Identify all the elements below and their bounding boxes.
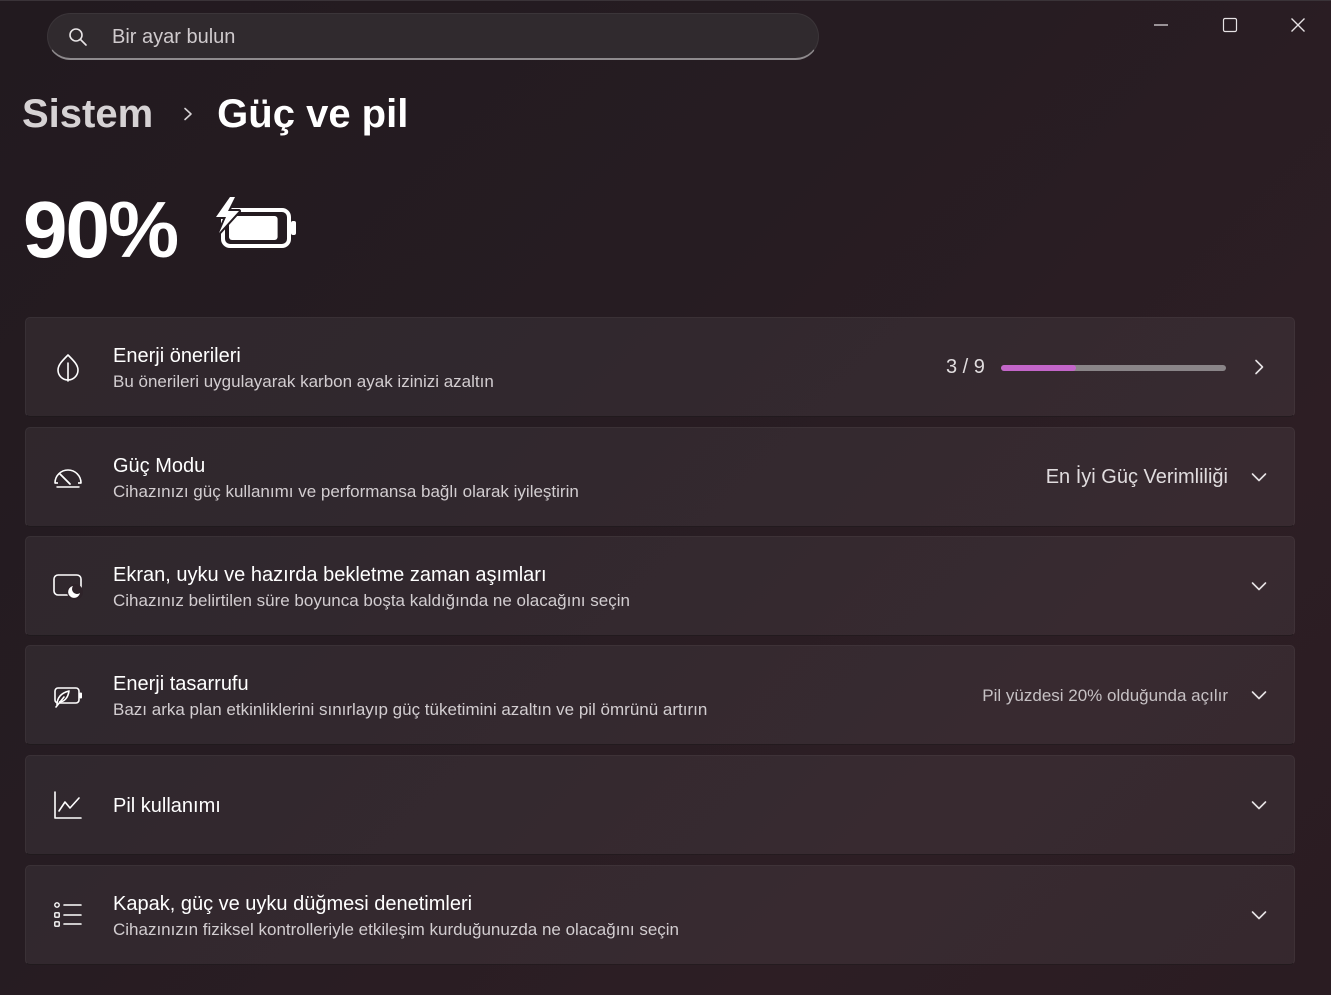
chevron-right-icon [184, 107, 192, 121]
chevron-down-icon [1251, 911, 1267, 920]
card-title: Enerji tasarrufu [113, 673, 249, 695]
power-mode-select[interactable]: En İyi Güç Verimliliği [1046, 466, 1228, 489]
progress-fill [1000, 364, 1076, 371]
card-subtitle: Cihazınızı güç kullanımı ve performansa … [113, 482, 579, 501]
page-title: Güç ve pil [217, 91, 409, 136]
card-subtitle: Cihazınızın fiziksel kontrolleriyle etki… [113, 920, 680, 939]
maximize-button[interactable] [1207, 8, 1253, 42]
chevron-down-icon [1251, 473, 1267, 482]
card-title: Pil kullanımı [113, 795, 221, 817]
battery-percentage: 90% [23, 185, 179, 274]
chevron-right-icon [1255, 359, 1264, 375]
battery-leaf-icon [54, 687, 82, 708]
screen-moon-icon [53, 574, 83, 600]
minimize-icon [1154, 24, 1168, 26]
progress-label: 3 / 9 [946, 356, 985, 378]
breadcrumb-system-link[interactable]: Sistem [22, 92, 153, 137]
battery-usage-card[interactable]: Pil kullanımı [25, 755, 1295, 855]
card-subtitle: Bu önerileri uygulayarak karbon ayak izi… [113, 372, 494, 391]
chevron-down-icon [1251, 691, 1267, 700]
chevron-down-icon [1251, 801, 1267, 810]
minimize-button[interactable] [1138, 8, 1184, 42]
power-mode-card[interactable]: Güç Modu Cihazınızı güç kullanımı ve per… [25, 427, 1295, 527]
energy-saver-card[interactable]: Enerji tasarrufu Bazı arka plan etkinlik… [25, 645, 1295, 745]
battery-charging-icon [215, 197, 296, 248]
search-box[interactable] [47, 13, 819, 60]
close-button[interactable] [1275, 8, 1321, 42]
breadcrumb: Sistem Güç ve pil [22, 88, 408, 140]
recommendations-progress: 3 / 9 [946, 356, 1226, 379]
maximize-icon [1222, 17, 1238, 33]
card-title: Ekran, uyku ve hazırda bekletme zaman aş… [113, 564, 547, 586]
card-subtitle: Bazı arka plan etkinliklerini sınırlayıp… [113, 700, 708, 719]
close-icon [1291, 18, 1305, 32]
lid-power-buttons-card[interactable]: Kapak, güç ve uyku düğmesi denetimleri C… [25, 865, 1295, 965]
screen-sleep-card[interactable]: Ekran, uyku ve hazırda bekletme zaman aş… [25, 536, 1295, 636]
search-input[interactable] [110, 14, 794, 60]
progress-track [1000, 364, 1226, 371]
list-icon [54, 902, 82, 927]
battery-level-fill [229, 216, 278, 240]
card-title: Kapak, güç ve uyku düğmesi denetimleri [113, 893, 473, 915]
line-chart-icon [54, 791, 82, 819]
leaf-icon [57, 354, 79, 382]
chevron-down-icon [1251, 582, 1267, 591]
energy-recommendations-card[interactable]: Enerji önerileri Bu önerileri uygulayara… [25, 317, 1295, 417]
search-icon [69, 28, 87, 46]
card-subtitle: Cihazınız belirtilen süre boyunca boşta … [113, 591, 630, 610]
energy-saver-status: Pil yüzdesi 20% olduğunda açılır [982, 686, 1228, 705]
card-title: Güç Modu [113, 455, 206, 477]
gauge-icon [54, 469, 82, 488]
card-title: Enerji önerileri [113, 345, 241, 367]
